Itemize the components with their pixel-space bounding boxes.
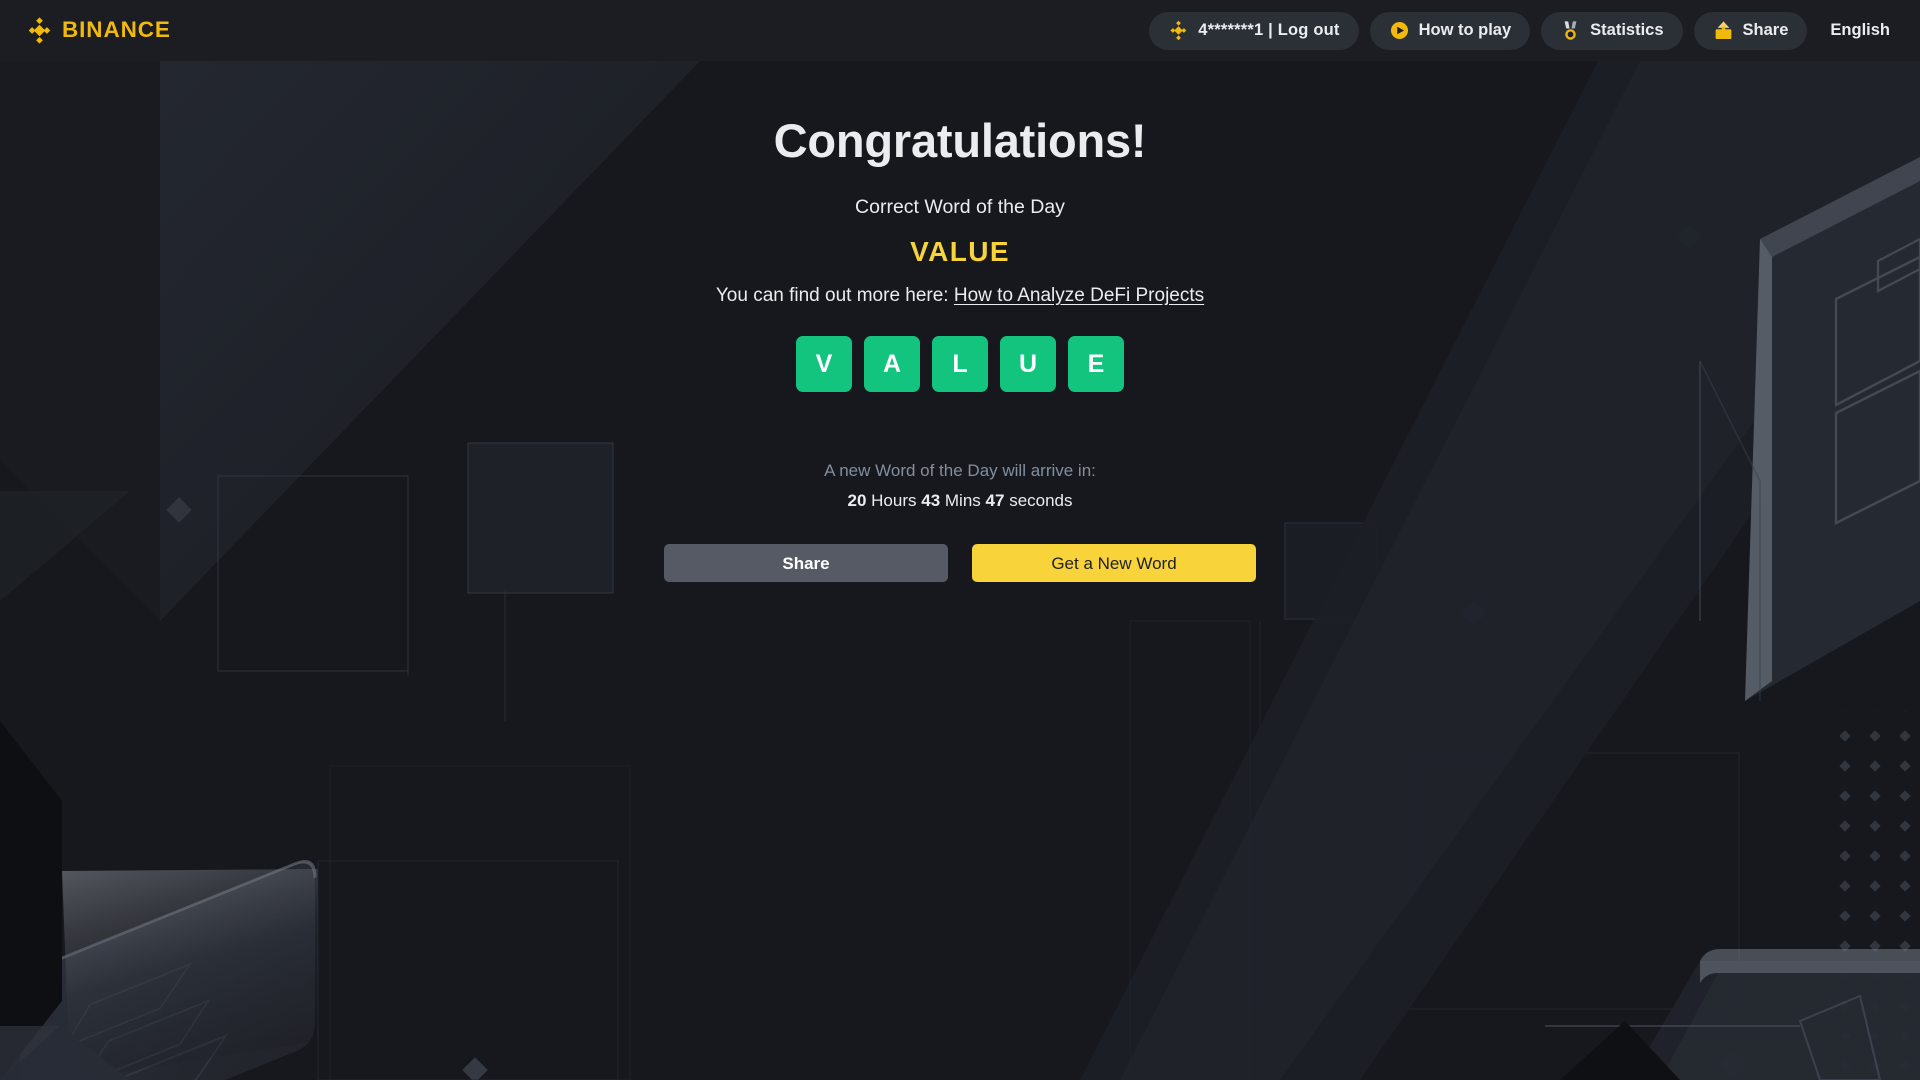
letter-tile: U bbox=[1000, 336, 1056, 393]
brand-wordmark: BINANCE bbox=[62, 17, 171, 43]
page-title: Congratulations! bbox=[773, 114, 1147, 167]
learn-more-link[interactable]: How to Analyze DeFi Projects bbox=[954, 285, 1204, 306]
countdown-hours: 20 bbox=[847, 491, 867, 511]
medal-icon bbox=[1564, 21, 1577, 40]
nav-item-share[interactable]: Share bbox=[1693, 11, 1808, 50]
learn-more-prefix: You can find out more here: bbox=[715, 285, 954, 307]
binance-logo[interactable]: BINANCE bbox=[22, 17, 171, 44]
play-circle-icon bbox=[1390, 21, 1408, 40]
nav-item-label: How to play bbox=[1418, 21, 1512, 39]
countdown-mins-unit: Mins bbox=[944, 491, 981, 511]
letter-tile: L bbox=[932, 336, 988, 393]
answer-word: VALUE bbox=[910, 236, 1010, 268]
header-nav: 4*******1 | Log out How to play Statisti… bbox=[1149, 11, 1898, 50]
nav-item-how-to-play[interactable]: How to play bbox=[1369, 11, 1531, 50]
countdown-mins: 43 bbox=[921, 491, 941, 511]
nav-item-language[interactable]: English bbox=[1818, 21, 1898, 40]
letter-tile: E bbox=[1068, 336, 1124, 393]
nav-item-account-logout[interactable]: 4*******1 | Log out bbox=[1149, 11, 1359, 50]
nav-item-label: Share bbox=[1742, 21, 1789, 39]
countdown-value: 20 Hours 43 Mins 47 seconds bbox=[847, 491, 1072, 511]
letter-tiles-row: V A L U E bbox=[796, 336, 1124, 393]
letter-tile: A bbox=[864, 336, 920, 393]
countdown-seconds-unit: seconds bbox=[1009, 491, 1073, 511]
nav-item-label: 4*******1 | Log out bbox=[1198, 21, 1340, 39]
countdown-hours-unit: Hours bbox=[871, 491, 917, 511]
nav-item-statistics[interactable]: Statistics bbox=[1541, 11, 1683, 50]
action-buttons-row: Share Get a New Word bbox=[664, 544, 1256, 583]
top-header-bar: BINANCE 4*******1 | Log out How to play … bbox=[0, 0, 1920, 61]
letter-tile: V bbox=[796, 336, 852, 393]
learn-more-line: You can find out more here: How to Analy… bbox=[716, 285, 1204, 307]
binance-diamond-logo-icon bbox=[28, 17, 51, 44]
nav-item-label: Statistics bbox=[1590, 21, 1664, 39]
binance-word-of-the-day-page: BINANCE 4*******1 | Log out How to play … bbox=[0, 0, 1920, 1080]
share-button[interactable]: Share bbox=[664, 544, 948, 583]
get-new-word-button[interactable]: Get a New Word bbox=[972, 544, 1256, 583]
countdown-seconds: 47 bbox=[985, 491, 1005, 511]
nav-item-label: English bbox=[1830, 21, 1890, 39]
countdown-label: A new Word of the Day will arrive in: bbox=[824, 461, 1096, 481]
share-upload-icon bbox=[1715, 21, 1731, 40]
binance-diamond-icon bbox=[1170, 20, 1187, 41]
correct-word-label: Correct Word of the Day bbox=[855, 196, 1065, 219]
result-panel: Congratulations! Correct Word of the Day… bbox=[0, 61, 1920, 1080]
